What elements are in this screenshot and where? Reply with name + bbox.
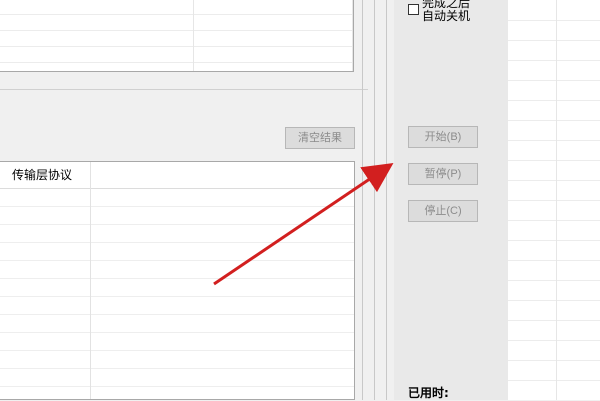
pause-button[interactable]: 暂停(P) (408, 163, 478, 185)
results-grid-top[interactable] (0, 0, 354, 72)
splitter-mid[interactable] (374, 0, 375, 400)
auto-shutdown-label-line2: 自动关机 (422, 9, 471, 23)
start-button[interactable]: 开始(B) (408, 126, 478, 148)
auto-shutdown-label[interactable]: 完成之后 自动关机 (422, 0, 492, 23)
clear-results-button[interactable]: 清空结果 (285, 127, 355, 149)
panel-separator (0, 89, 368, 90)
stop-button[interactable]: 停止(C) (408, 200, 478, 222)
splitter-right[interactable] (386, 0, 387, 400)
elapsed-time-label: 已用时: (408, 386, 449, 400)
column-header-transport-protocol[interactable]: 传输层协议 (0, 162, 90, 188)
splitter-left[interactable] (362, 0, 363, 400)
side-grid (508, 0, 600, 400)
protocol-table[interactable]: 传输层协议 (0, 161, 355, 400)
auto-shutdown-checkbox[interactable] (408, 4, 419, 15)
